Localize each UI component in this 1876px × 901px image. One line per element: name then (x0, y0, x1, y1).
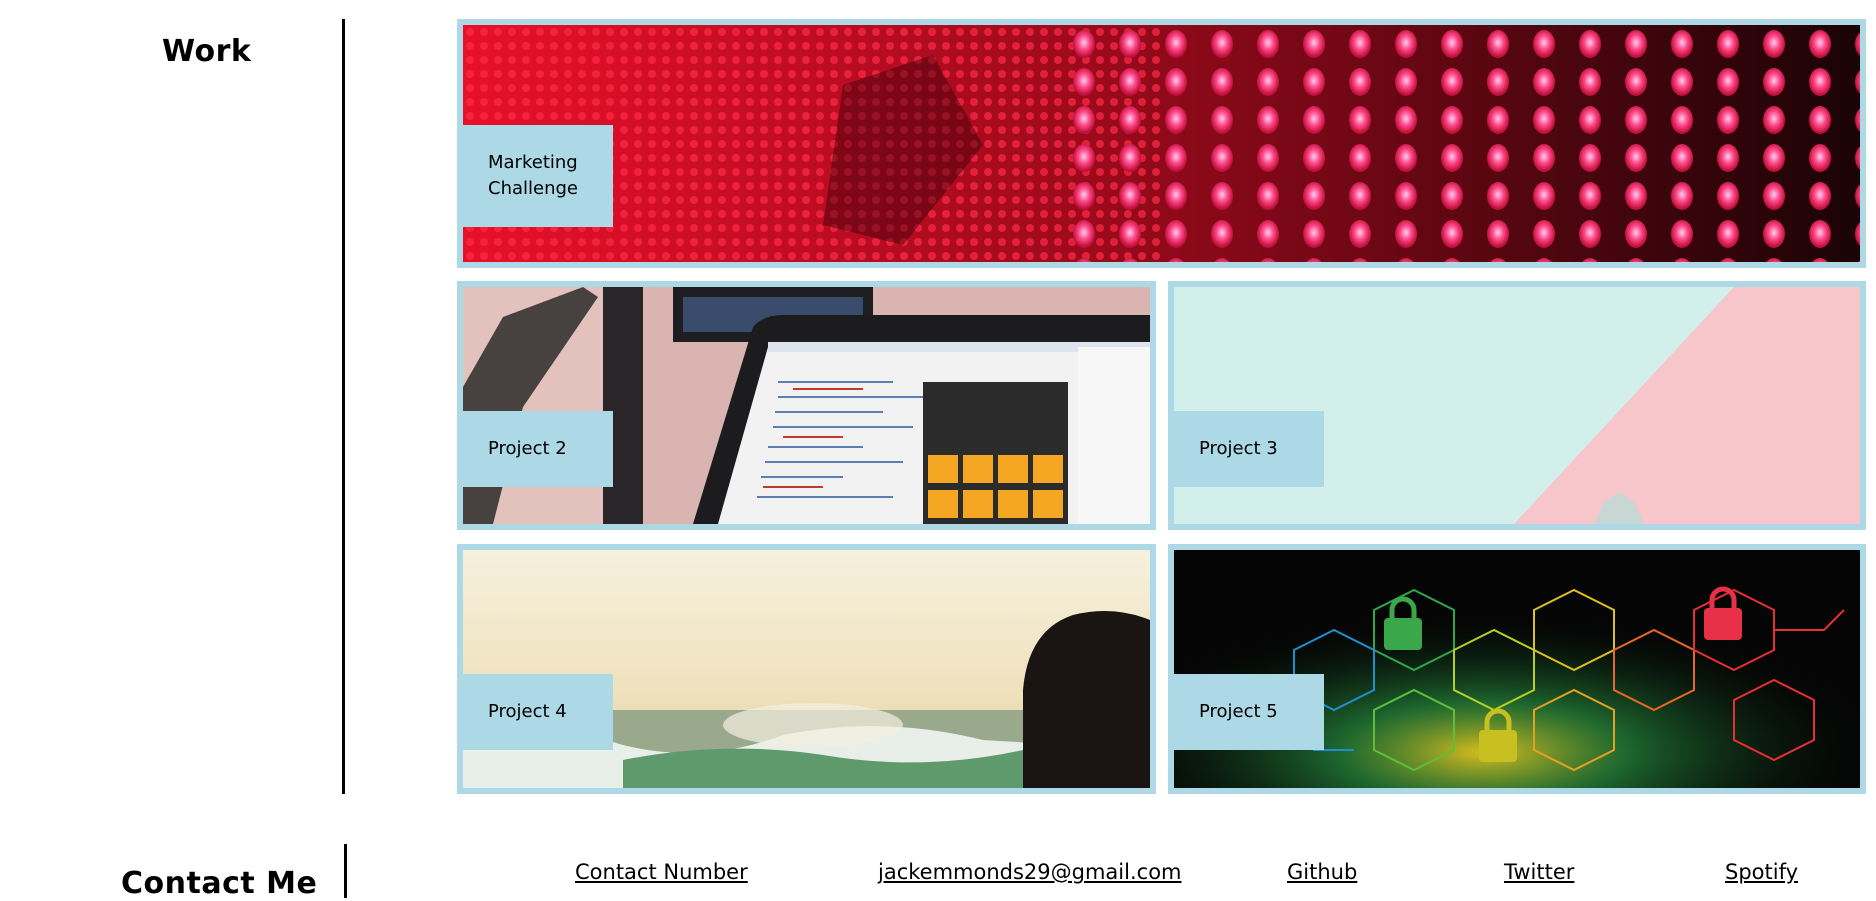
project-label-4: Project 4 (463, 674, 613, 750)
project-label-2: Project 2 (463, 411, 613, 487)
project-label-marketing-challenge: Marketing Challenge (463, 125, 613, 227)
circuit-padlock-image (1174, 550, 1860, 788)
led-wall-image (463, 25, 1860, 262)
project-label-line-2: Challenge (488, 178, 578, 199)
project-card-4[interactable]: Project 4 (457, 544, 1156, 794)
contact-divider (344, 844, 347, 898)
twitter-link[interactable]: Twitter (1504, 860, 1574, 884)
project-label-5: Project 5 (1174, 674, 1324, 750)
project-card-2[interactable]: Project 2 (457, 281, 1156, 530)
project-label-line-1: Marketing (488, 152, 578, 173)
ocean-waves-image (463, 550, 1150, 788)
project-card-3[interactable]: Project 3 (1168, 281, 1866, 530)
project-card-5[interactable]: Project 5 (1168, 544, 1866, 794)
contact-heading: Contact Me (121, 866, 318, 901)
work-heading: Work (162, 34, 252, 69)
work-divider (342, 19, 345, 794)
laptop-code-image (463, 287, 1150, 524)
project-label-3: Project 3 (1174, 411, 1324, 487)
email-link[interactable]: jackemmonds29@gmail.com (878, 860, 1182, 884)
project-card-marketing-challenge[interactable]: Marketing Challenge (457, 19, 1866, 268)
contact-number-link[interactable]: Contact Number (575, 860, 748, 884)
github-link[interactable]: Github (1287, 860, 1357, 884)
pastel-image (1174, 287, 1860, 524)
spotify-link[interactable]: Spotify (1725, 860, 1798, 884)
